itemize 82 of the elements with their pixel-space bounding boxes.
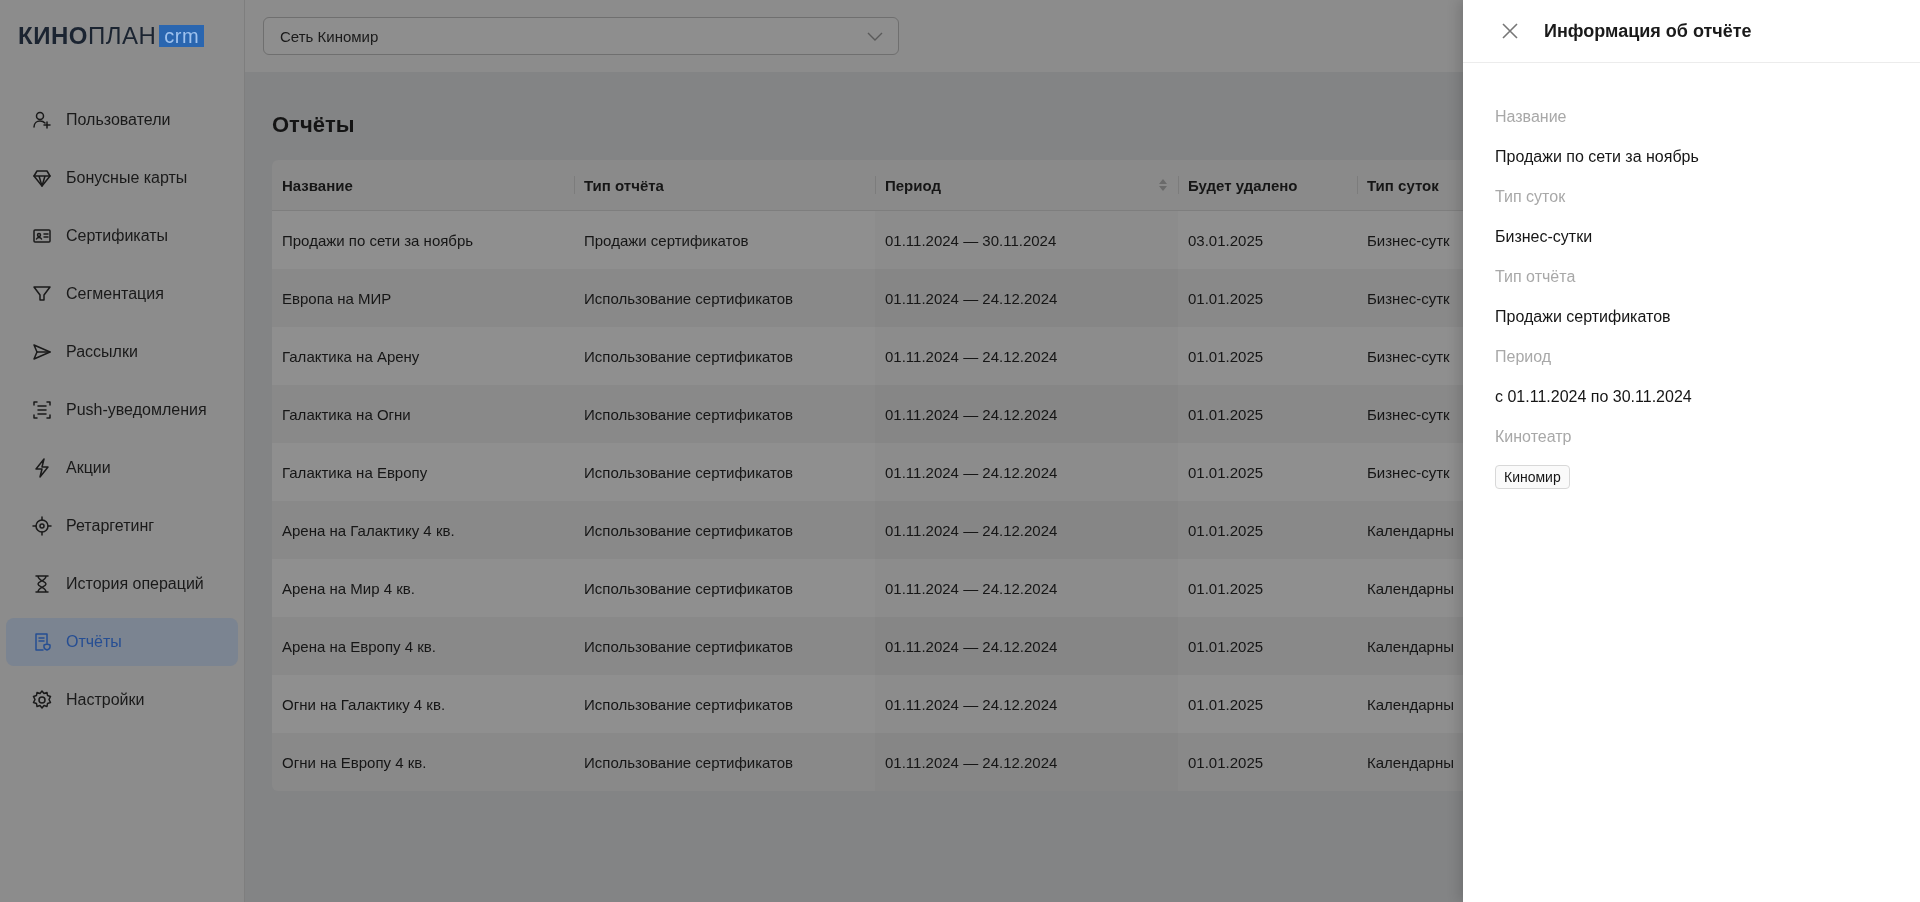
sidebar-item[interactable]: Push-уведомления xyxy=(6,386,238,434)
close-icon[interactable] xyxy=(1500,21,1520,41)
table-cell-text: Использование сертификатов xyxy=(583,636,795,657)
table-cell-text: Арена на Европу 4 кв. xyxy=(281,636,437,657)
sidebar-item[interactable]: Сертификаты xyxy=(6,212,238,260)
table-cell-text: Использование сертификатов xyxy=(583,694,795,715)
table-cell-text: Арена на Галактику 4 кв. xyxy=(281,520,456,541)
menu-item-icon xyxy=(32,458,52,478)
sidebar-item[interactable]: Сегментация xyxy=(6,270,238,318)
table-cell-text: Европа на МИР xyxy=(281,288,393,309)
menu-item-icon xyxy=(32,168,52,188)
menu-item-icon xyxy=(32,226,52,246)
table-cell-text: 01.01.2025 xyxy=(1187,636,1265,657)
column-header: Название xyxy=(281,175,354,196)
table-cell-text: Календарны xyxy=(1366,520,1455,541)
table-cell-text: Использование сертификатов xyxy=(583,288,795,309)
table-cell-text: Календарны xyxy=(1366,578,1455,599)
menu-item-icon xyxy=(32,284,52,304)
table-cell-text: Бизнес-сутк xyxy=(1366,230,1451,251)
sidebar-item[interactable]: Акции xyxy=(6,444,238,492)
logo: КИНОПЛАН crm xyxy=(0,0,244,72)
table-cell-text: Использование сертификатов xyxy=(583,404,795,425)
table-cell-text: Продажи сертификатов xyxy=(583,230,750,251)
table-cell-text: Бизнес-сутк xyxy=(1366,288,1451,309)
table-cell-text: Использование сертификатов xyxy=(583,520,795,541)
cinema-tag: Киномир xyxy=(1495,465,1570,489)
field-label: Кинотеатр xyxy=(1495,428,1572,446)
sidebar-item[interactable]: Бонусные карты xyxy=(6,154,238,202)
table-cell-text: Огни на Галактику 4 кв. xyxy=(281,694,447,715)
table-cell-text: Использование сертификатов xyxy=(583,462,795,483)
table-cell-text: Огни на Европу 4 кв. xyxy=(281,752,428,773)
field-label: Название xyxy=(1495,108,1567,126)
table-cell-text: Продажи по сети за ноябрь xyxy=(281,230,475,251)
field-label: Период xyxy=(1495,348,1552,366)
table-cell-text: 01.01.2025 xyxy=(1187,346,1265,367)
table-cell-text: Использование сертификатов xyxy=(583,578,795,599)
field-label: Тип отчёта xyxy=(1495,268,1576,286)
sidebar-item[interactable]: Ретаргетинг xyxy=(6,502,238,550)
field-label: Тип суток xyxy=(1495,188,1566,206)
menu-item-icon xyxy=(32,110,52,130)
page-title: Отчёты xyxy=(272,112,355,138)
sidebar-item[interactable]: История операций xyxy=(6,560,238,608)
table-cell-text: 01.01.2025 xyxy=(1187,578,1265,599)
column-header[interactable]: Период xyxy=(875,160,1178,210)
table-cell-text: 01.01.2025 xyxy=(1187,404,1265,425)
table-cell-text: 01.01.2025 xyxy=(1187,694,1265,715)
sidebar-item[interactable]: Пользователи xyxy=(6,96,238,144)
field-value: с 01.11.2024 по 30.11.2024 xyxy=(1495,388,1692,406)
table-cell-text: Галактика на Арену xyxy=(281,346,421,367)
table-cell-text: Бизнес-сутк xyxy=(1366,346,1451,367)
table-cell-text: Календарны xyxy=(1366,636,1455,657)
menu-item-icon xyxy=(32,690,52,710)
chevron-down-icon xyxy=(866,30,884,42)
table-cell-text: Календарны xyxy=(1366,694,1455,715)
table-cell-text: 03.01.2025 xyxy=(1187,230,1265,251)
table-cell-text: Арена на Мир 4 кв. xyxy=(281,578,416,599)
field-value: Продажи сертификатов xyxy=(1495,308,1671,326)
table-cell-text: Бизнес-сутк xyxy=(1366,462,1451,483)
column-header: Тип суток xyxy=(1357,160,1463,210)
table-cell-text: 01.01.2025 xyxy=(1187,520,1265,541)
menu-item-icon xyxy=(32,400,52,420)
field-value: Продажи по сети за ноябрь xyxy=(1495,148,1699,166)
table-cell-text: 01.01.2025 xyxy=(1187,752,1265,773)
table-cell-text: 01.01.2025 xyxy=(1187,462,1265,483)
table-cell-text: Использование сертификатов xyxy=(583,752,795,773)
menu-item-icon xyxy=(32,632,52,652)
table-cell-text: Бизнес-сутк xyxy=(1366,404,1451,425)
table-cell-text: 01.01.2025 xyxy=(1187,288,1265,309)
menu-item-icon xyxy=(32,342,52,362)
network-select[interactable]: Сеть Киномир xyxy=(263,17,899,55)
table-cell-text: Использование сертификатов xyxy=(583,346,795,367)
field-value: Бизнес-сутки xyxy=(1495,228,1593,246)
menu-item-icon xyxy=(32,574,52,594)
table-cell-text: Галактика на Европу xyxy=(281,462,429,483)
column-header: Будет удалено xyxy=(1178,160,1357,210)
sidebar-item[interactable]: Рассылки xyxy=(6,328,238,376)
table-cell-text: Календарны xyxy=(1366,752,1455,773)
column-header: Тип отчёта xyxy=(574,160,875,210)
table-cell-text: Галактика на Огни xyxy=(281,404,412,425)
sidebar-item[interactable]: Настройки xyxy=(6,676,238,724)
menu-item-icon xyxy=(32,516,52,536)
panel-title: Информация об отчёте xyxy=(1544,20,1752,42)
